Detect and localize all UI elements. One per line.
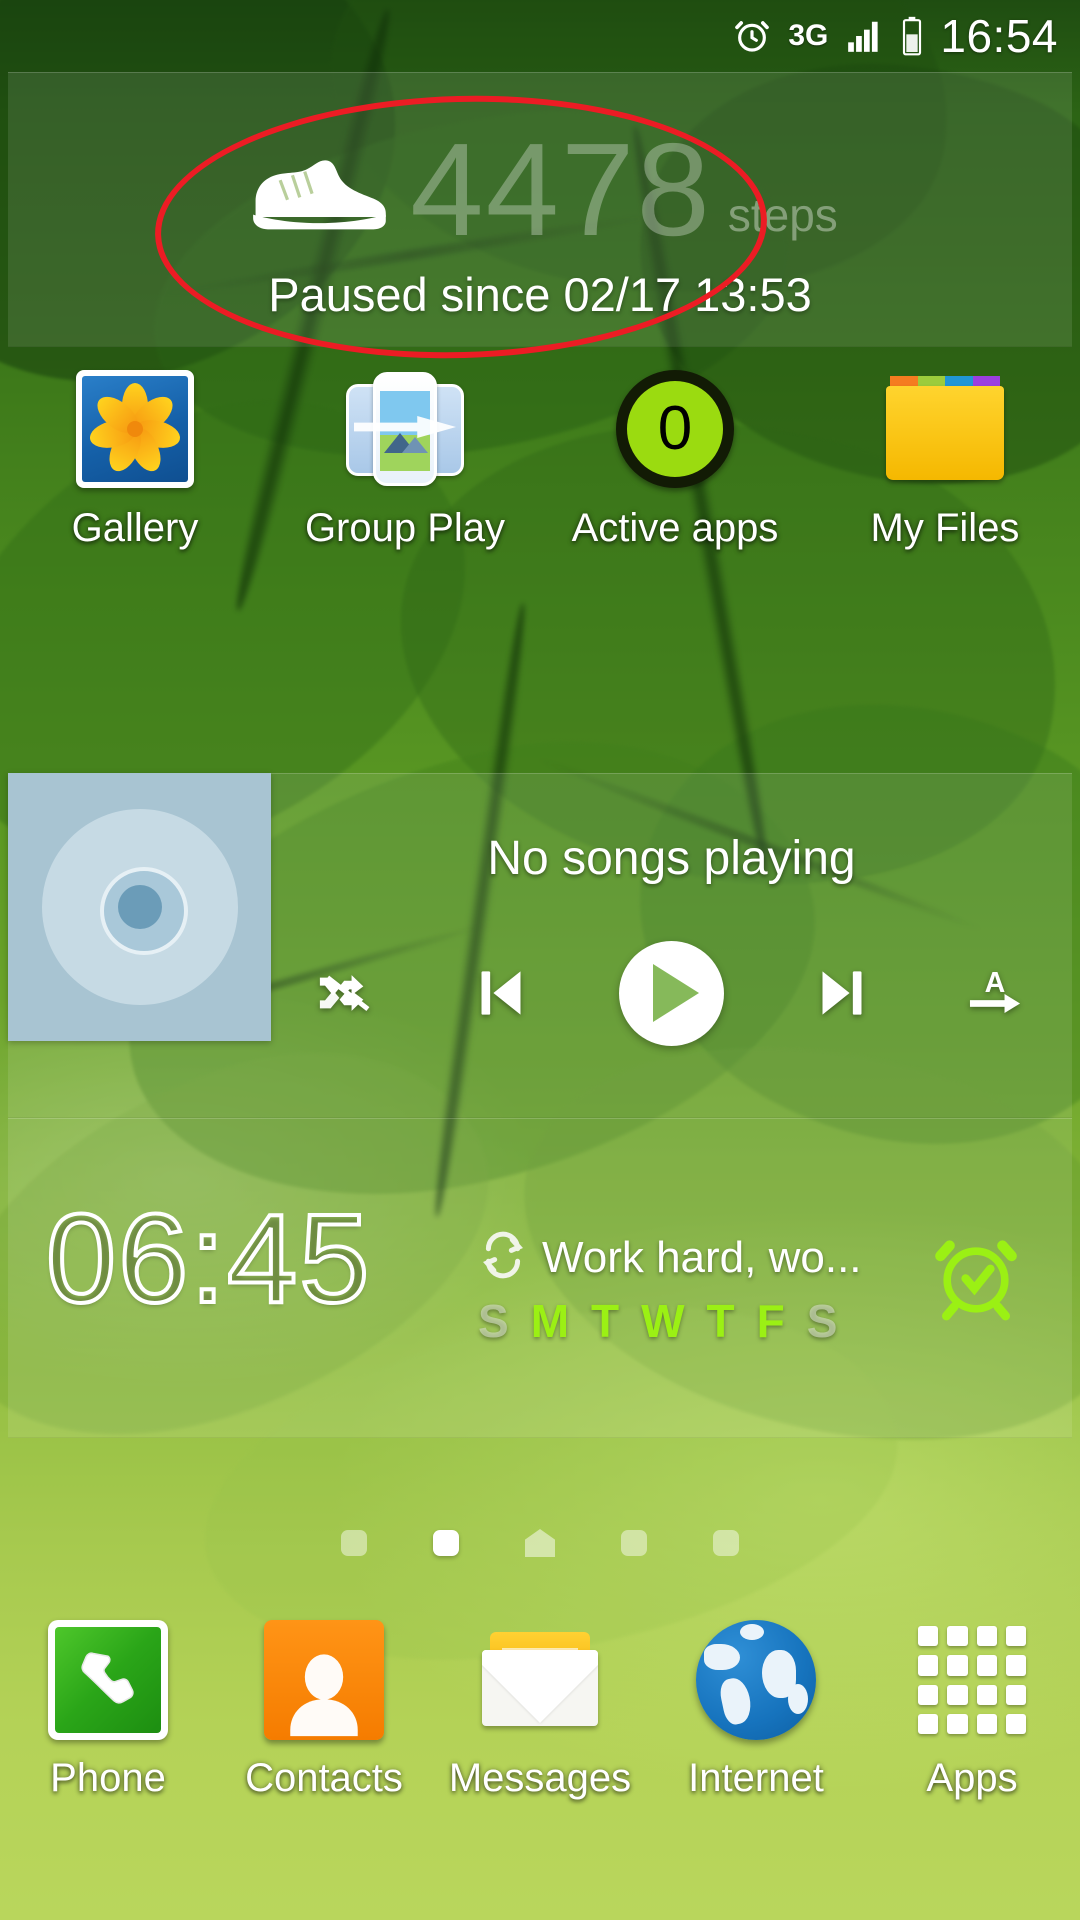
network-type-indicator: 3G [788,21,828,51]
dock-label: Internet [688,1756,824,1800]
playback-controls: A [271,918,1072,1068]
signal-bars-icon [844,17,884,55]
alarm-label-row: Work hard, wo... [478,1230,862,1285]
gallery-icon [76,370,194,488]
active-apps-count: 0 [657,394,693,463]
app-shortcut-gallery[interactable]: Gallery [0,370,270,585]
apps-grid-icon [912,1620,1032,1740]
network-type-label: 3G [788,19,829,52]
next-icon[interactable] [806,957,878,1029]
running-shoe-icon [253,160,386,230]
alarm-clock-icon[interactable] [928,1228,1024,1329]
step-unit-label: steps [727,189,838,241]
dock-item-phone[interactable]: Phone [0,1620,216,1920]
my-files-folder-icon [886,370,1004,488]
status-bar[interactable]: 3G 16:54 [0,0,1080,72]
page-dot-home-icon[interactable] [525,1529,555,1557]
alarm-time: 06:45 [44,1188,372,1329]
home-screen: 3G 16:54 4478 steps Paused since 02/17 1… [0,0,1080,1920]
page-dot-active[interactable] [433,1530,459,1556]
globe-icon [696,1620,816,1740]
step-count: 4478 [410,116,712,263]
app-icon-row: Gallery Group Play 0 Active apps My File… [0,370,1080,585]
alarm-day: T [706,1295,735,1347]
page-indicator[interactable] [0,1518,1080,1568]
group-play-icon [346,370,464,488]
app-shortcut-my-files[interactable]: My Files [810,370,1080,585]
app-label: Group Play [304,506,506,550]
dock-label: Messages [448,1756,632,1800]
repeat-icon [478,1230,528,1285]
alarm-day: F [756,1295,785,1347]
previous-icon[interactable] [465,957,537,1029]
app-label: Active apps [571,506,779,550]
active-apps-icon: 0 [616,370,734,488]
phone-icon [48,1620,168,1740]
alarm-clock-icon [732,16,772,56]
page-dot[interactable] [341,1530,367,1556]
dock-item-internet[interactable]: Internet [648,1620,864,1920]
pedometer-reading: 4478 steps [8,120,1072,260]
alarm-clock-widget[interactable]: 06:45 Work hard, wo... S M T W T F S [8,1118,1072,1438]
app-shortcut-group-play[interactable]: Group Play [270,370,540,585]
alarm-day: W [641,1295,685,1347]
dock-item-messages[interactable]: Messages [432,1620,648,1920]
app-label: Gallery [71,506,199,550]
repeat-all-icon[interactable]: A [959,957,1031,1029]
music-player-widget[interactable]: No songs playing A [8,773,1072,1118]
dock-item-apps[interactable]: Apps [864,1620,1080,1920]
alarm-repeat-days: S M T W T F S [478,1294,837,1348]
alarm-day: S [806,1295,838,1347]
status-bar-clock: 16:54 [940,10,1058,62]
app-shortcut-active-apps[interactable]: 0 Active apps [540,370,810,585]
page-dot[interactable] [713,1530,739,1556]
alarm-day: T [591,1295,620,1347]
page-dot[interactable] [621,1530,647,1556]
app-label: My Files [870,506,1020,550]
pedometer-widget[interactable]: 4478 steps Paused since 02/17 13:53 [8,72,1072,347]
cd-disc-placeholder-icon [8,773,271,1041]
battery-icon [900,16,924,56]
messages-envelope-icon [480,1620,600,1740]
dock-label: Contacts [245,1756,403,1800]
contacts-person-icon [264,1620,384,1740]
alarm-day: M [530,1295,570,1347]
pedometer-status-text: Paused since 02/17 13:53 [268,268,812,321]
alarm-day: S [478,1295,509,1347]
now-playing-title: No songs playing [487,832,856,885]
dock: Phone Contacts Messages Internet Apps [0,1620,1080,1920]
alarm-label: Work hard, wo... [542,1232,862,1282]
shuffle-off-icon[interactable] [312,957,384,1029]
dock-label: Phone [50,1756,166,1800]
dock-label: Apps [926,1756,1018,1800]
svg-text:A: A [985,967,1006,999]
dock-item-contacts[interactable]: Contacts [216,1620,432,1920]
play-icon[interactable] [618,940,724,1046]
